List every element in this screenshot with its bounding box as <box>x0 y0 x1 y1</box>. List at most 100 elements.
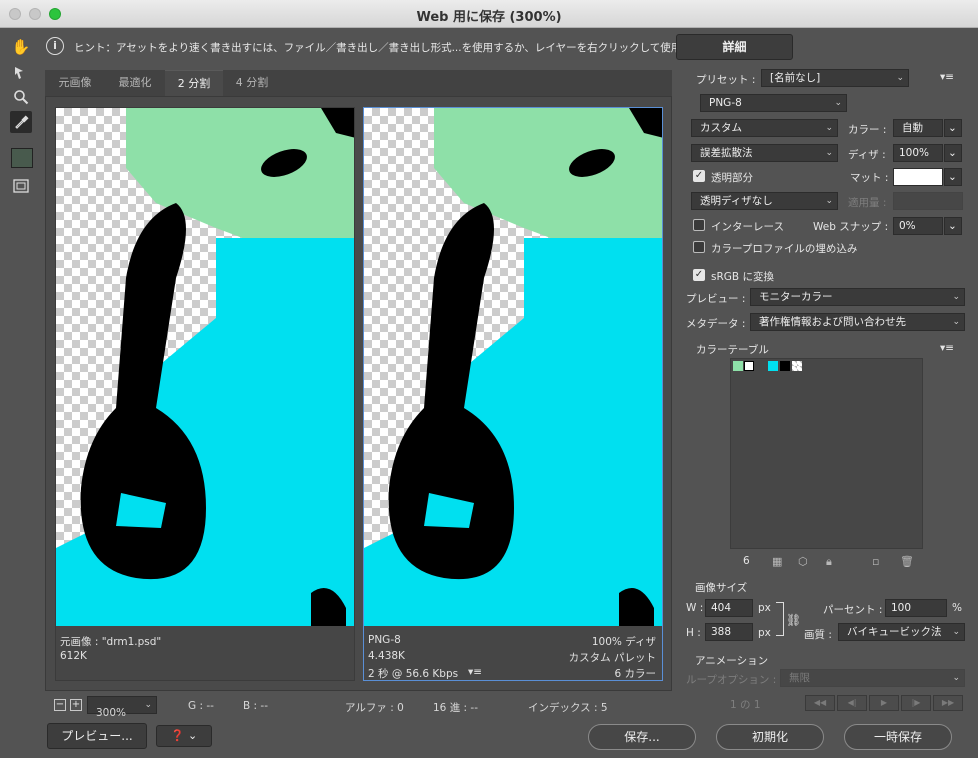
preset-dropdown[interactable]: [名前なし] ⌄ <box>761 69 909 87</box>
web-snap-label: Web スナップ : <box>813 221 889 233</box>
window-title: Web 用に保存 (300%) <box>416 10 562 25</box>
chevron-down-icon: ⌄ <box>187 729 198 742</box>
interlace-checkbox[interactable] <box>693 219 705 231</box>
web-snap-field[interactable]: 0% <box>893 217 943 235</box>
colors-label: カラー : <box>848 124 887 136</box>
color-table[interactable] <box>730 358 923 549</box>
quality-label: 画質 : <box>804 629 832 641</box>
toggle-slices-icon[interactable] <box>10 175 32 197</box>
next-frame-button: |▶ <box>901 695 931 711</box>
optimized-pane[interactable]: PNG-8 4.438K 2 秒 @ 56.6 Kbps ▾≡ 100% ディザ… <box>363 107 663 681</box>
chevron-down-icon: ⌄ <box>952 292 960 302</box>
chevron-down-icon: ⌄ <box>948 171 957 183</box>
eyedropper-color-swatch[interactable] <box>11 148 33 168</box>
chevron-down-icon: ⌄ <box>948 122 957 134</box>
optimized-download-time: 2 秒 @ 56.6 Kbps <box>368 668 459 680</box>
percent-unit: % <box>952 602 962 614</box>
animation-title: アニメーション <box>695 655 769 667</box>
tab-optimized[interactable]: 最適化 <box>105 70 165 96</box>
tab-original[interactable]: 元画像 <box>45 70 105 96</box>
color-swatch[interactable] <box>733 361 743 371</box>
dither-field[interactable]: 100% <box>893 144 943 162</box>
view-tabs: 元画像 最適化 2 分割 4 分割 <box>45 70 672 96</box>
color-reduction-dropdown[interactable]: カスタム ⌄ <box>691 119 838 137</box>
matte-dropdown[interactable]: ⌄ <box>944 168 962 186</box>
tab-2-up[interactable]: 2 分割 <box>165 70 223 96</box>
chevron-down-icon: ⌄ <box>825 196 833 206</box>
hand-tool-icon[interactable]: ✋ <box>10 36 32 58</box>
settings-panel: プリセット : [名前なし] ⌄ ▾≡ PNG-8 ⌄ カスタム ⌄ カラー : 自動… <box>680 62 976 722</box>
optimized-image[interactable] <box>364 108 662 626</box>
quality-dropdown[interactable]: バイキュービック法 ⌄ <box>838 623 965 641</box>
map-to-transparent-icon[interactable]: ▦ <box>772 555 782 568</box>
percent-label: パーセント : <box>823 604 883 616</box>
lock-color-icon[interactable]: 🔒︎ <box>826 555 832 569</box>
zoom-in-button[interactable]: + <box>70 699 82 711</box>
optimized-palette: カスタム パレット <box>568 652 656 664</box>
tool-bar: ✋ <box>0 28 40 758</box>
colors-dropdown[interactable]: 自動 <box>893 119 943 137</box>
file-format-dropdown[interactable]: PNG-8 ⌄ <box>700 94 847 112</box>
web-snap-stepper[interactable]: ⌄ <box>944 217 962 235</box>
hint-text: ヒント：アセットをより速く書き出すには、ファイル／書き出し／書き出し形式...を… <box>74 42 692 54</box>
dither-stepper[interactable]: ⌄ <box>944 144 962 162</box>
optimize-menu-icon[interactable]: ▾≡ <box>940 71 954 83</box>
srgb-label: sRGB に変換 <box>711 271 774 283</box>
download-speed-menu-icon[interactable]: ▾≡ <box>468 666 482 678</box>
preset-label: プリセット : <box>696 74 756 86</box>
link-icon[interactable]: ⛓ <box>786 613 801 627</box>
preview-dropdown[interactable]: モニターカラー ⌄ <box>750 288 965 306</box>
optimized-colors: 6 カラー <box>614 668 656 680</box>
reset-button[interactable]: 初期化 <box>716 724 824 750</box>
eyedropper-tool-icon[interactable] <box>10 111 32 133</box>
dither-label: ディザ : <box>848 149 886 161</box>
new-color-icon[interactable]: ▫ <box>872 555 879 568</box>
width-field[interactable]: 404 <box>705 599 753 617</box>
frame-counter: 1 の 1 <box>730 699 761 711</box>
matte-label: マット : <box>850 172 889 184</box>
original-image[interactable] <box>56 108 354 626</box>
loop-dropdown: 無限 ⌄ <box>780 669 965 687</box>
browser-preview-dropdown[interactable]: ❓ ⌄ <box>156 725 212 747</box>
zoom-out-button[interactable]: − <box>54 699 66 711</box>
dither-algorithm-dropdown[interactable]: 誤差拡散法 ⌄ <box>691 144 838 162</box>
preview-button[interactable]: プレビュー... <box>47 723 147 749</box>
g-readout: G : -- <box>188 700 214 712</box>
srgb-checkbox[interactable]: ✓ <box>693 269 705 281</box>
height-field[interactable]: 388 <box>705 623 753 641</box>
web-shift-icon[interactable]: ⬡ <box>798 555 808 568</box>
metadata-label: メタデータ : <box>686 318 746 330</box>
preview-label: プレビュー : <box>686 293 746 305</box>
chevron-down-icon: ⌄ <box>948 220 957 232</box>
info-icon: i <box>46 37 64 55</box>
zoom-level-dropdown[interactable]: 300% ⌄ <box>87 696 157 719</box>
save-button[interactable]: 保存... <box>588 724 696 750</box>
slice-select-tool-icon[interactable] <box>10 62 32 84</box>
colors-stepper[interactable]: ⌄ <box>944 119 962 137</box>
original-pane[interactable]: 元画像 : "drm1.psd" 612K <box>55 107 355 681</box>
interlace-label: インターレース <box>711 221 784 233</box>
zoom-tool-icon[interactable] <box>10 86 32 108</box>
metadata-dropdown[interactable]: 著作権情報および問い合わせ先 ⌄ <box>750 313 965 331</box>
chevron-down-icon: ⌄ <box>952 673 960 683</box>
transparency-checkbox[interactable]: ✓ <box>693 170 705 182</box>
color-swatch[interactable] <box>768 361 778 371</box>
matte-color-swatch[interactable] <box>893 168 943 186</box>
amount-label: 適用量 : <box>848 197 887 209</box>
transparent-swatch[interactable] <box>792 361 802 371</box>
remember-button[interactable]: 一時保存 <box>844 724 952 750</box>
detail-button[interactable]: 詳細 <box>676 34 793 60</box>
amount-field <box>893 192 963 210</box>
tab-4-up[interactable]: 4 分割 <box>223 70 281 96</box>
color-swatch[interactable] <box>744 361 754 371</box>
trash-icon[interactable]: 🗑︎ <box>900 555 914 568</box>
color-swatch[interactable] <box>780 361 790 371</box>
width-unit: px <box>758 602 771 614</box>
transparency-dither-dropdown[interactable]: 透明ディザなし ⌄ <box>691 192 838 210</box>
width-label: W : <box>686 602 704 614</box>
embed-profile-checkbox[interactable] <box>693 241 705 253</box>
percent-field[interactable]: 100 <box>885 599 947 617</box>
chevron-down-icon: ⌄ <box>825 123 833 133</box>
optimized-size: 4.438K <box>368 650 405 662</box>
color-table-menu-icon[interactable]: ▾≡ <box>940 342 954 354</box>
